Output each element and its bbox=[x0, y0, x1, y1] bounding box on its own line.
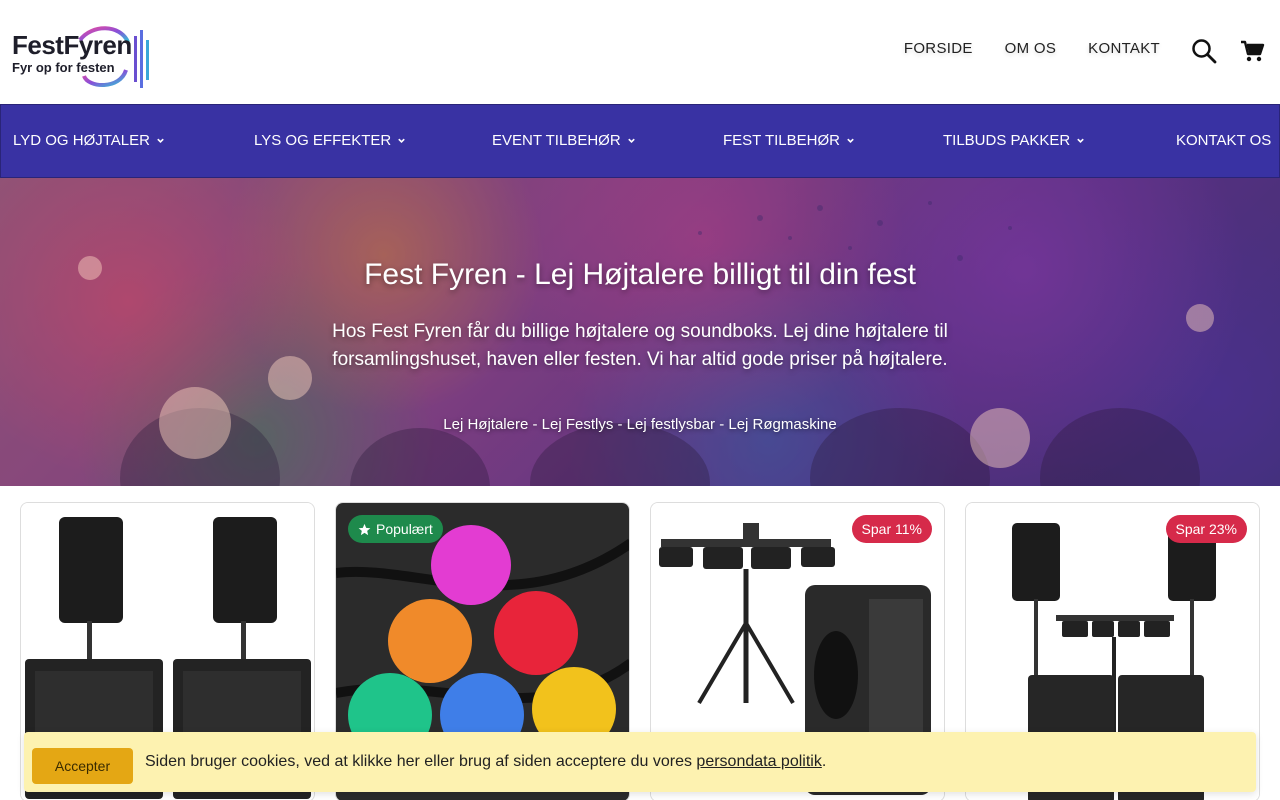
category-label: FEST TILBEHØR bbox=[723, 132, 840, 149]
category-label: KONTAKT OS bbox=[1176, 132, 1272, 149]
discount-badge: Spar 11% bbox=[851, 515, 932, 543]
category-label: TILBUDS PAKKER bbox=[943, 132, 1071, 149]
hero-banner: Fest Fyren - Lej Højtalere billigt til d… bbox=[0, 178, 1280, 486]
search-icon[interactable] bbox=[1191, 38, 1217, 64]
chevron-down-icon bbox=[398, 138, 406, 143]
nav-forside[interactable]: FORSIDE bbox=[904, 40, 973, 57]
privacy-policy-link[interactable]: persondata politik bbox=[696, 753, 821, 770]
chevron-down-icon bbox=[847, 138, 854, 143]
chevron-down-icon bbox=[157, 138, 164, 143]
category-kontakt-os[interactable]: KONTAKT OS bbox=[1176, 132, 1271, 149]
badge-label: Spar 23% bbox=[1175, 521, 1237, 537]
cookie-banner: Accepter Siden bruger cookies, ved at kl… bbox=[24, 732, 1256, 792]
category-lys-og-effekter[interactable]: LYS OG EFFEKTER bbox=[254, 132, 406, 149]
cookie-suffix: . bbox=[821, 753, 827, 770]
category-bar: LYD OG HØJTALER LYS OG EFFEKTER EVENT TI… bbox=[0, 104, 1280, 178]
category-tilbuds-pakker[interactable]: TILBUDS PAKKER bbox=[943, 132, 1085, 149]
hero-text: Hos Fest Fyren får du billige højtalere … bbox=[332, 321, 948, 370]
category-label: LYS OG EFFEKTER bbox=[254, 132, 392, 149]
nav-kontakt[interactable]: KONTAKT bbox=[1088, 40, 1160, 57]
hero-title: Fest Fyren - Lej Højtalere billigt til d… bbox=[364, 258, 916, 291]
top-nav: FORSIDE OM OS KONTAKT bbox=[904, 40, 1160, 57]
star-icon bbox=[358, 523, 371, 535]
logo[interactable]: FestFyren Fyr op for festen bbox=[12, 24, 152, 88]
logo-tagline: Fyr op for festen bbox=[12, 60, 115, 75]
nav-om-os[interactable]: OM OS bbox=[1005, 40, 1057, 57]
badge-label: Populært bbox=[376, 521, 433, 537]
chevron-down-icon bbox=[627, 138, 635, 143]
cookie-message: Siden bruger cookies, ved at klikke her … bbox=[145, 753, 697, 770]
site-header: FestFyren Fyr op for festen FORSIDE OM O… bbox=[0, 0, 1280, 104]
accept-cookies-button[interactable]: Accepter bbox=[32, 748, 133, 784]
hero-content: Fest Fyren - Lej Højtalere billigt til d… bbox=[0, 178, 1280, 486]
cookie-text: Siden bruger cookies, ved at klikke her … bbox=[145, 753, 826, 771]
category-label: EVENT TILBEHØR bbox=[492, 132, 621, 149]
logo-name: FestFyren bbox=[12, 30, 132, 60]
popular-badge: Populært bbox=[348, 515, 443, 543]
discount-badge: Spar 23% bbox=[1165, 515, 1247, 543]
badge-label: Spar 11% bbox=[861, 521, 922, 537]
cart-icon[interactable] bbox=[1239, 38, 1265, 64]
category-fest-tilbehor[interactable]: FEST TILBEHØR bbox=[723, 132, 855, 149]
chevron-down-icon bbox=[1077, 138, 1085, 143]
category-lyd-og-hojtaler[interactable]: LYD OG HØJTALER bbox=[13, 132, 165, 149]
category-label: LYD OG HØJTALER bbox=[13, 132, 150, 149]
hero-links[interactable]: Lej Højtalere - Lej Festlys - Lej festly… bbox=[0, 416, 1280, 433]
category-event-tilbehor[interactable]: EVENT TILBEHØR bbox=[492, 132, 636, 149]
